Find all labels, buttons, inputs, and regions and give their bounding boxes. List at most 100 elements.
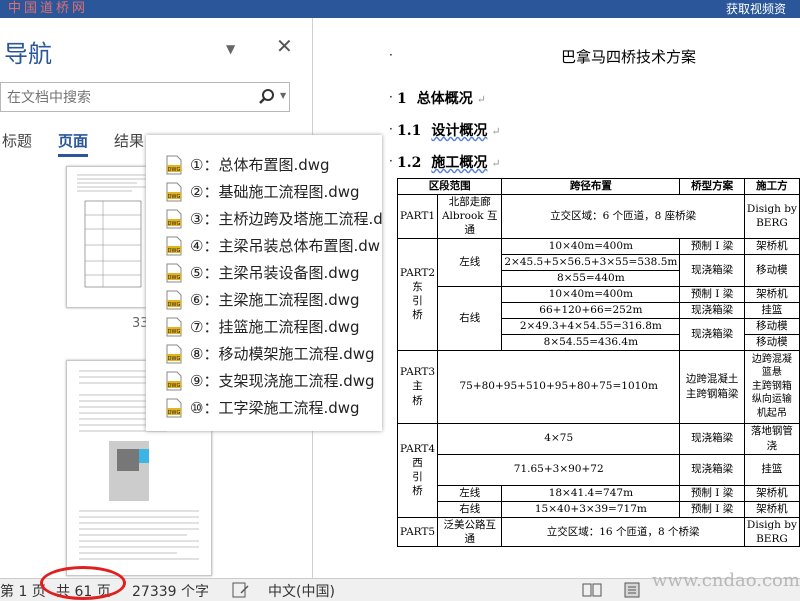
heading-1-1: 1.1 设计概况 ↵: [397, 123, 501, 139]
heading-1-2: 1.2 施工概况 ↵: [397, 155, 501, 171]
table-row: 右线 15×40+3×39=717m 预制 I 梁 架桥机: [398, 500, 800, 518]
read-mode-icon[interactable]: [582, 582, 602, 598]
method-cell: 挂篮: [743, 301, 800, 319]
nav-options-dropdown-icon[interactable]: ▼: [226, 42, 235, 56]
span-cell: 4×75: [437, 422, 681, 455]
method-cell: Disigh by BERG: [743, 194, 800, 239]
table-row: 左线 18×41.4=747m 预制 I 梁 架桥机: [398, 484, 800, 502]
ribbon-strip: 中国道桥网 获取视频资: [0, 0, 800, 18]
attachment-label: ⑥：主梁施工流程图.dwg: [190, 291, 360, 309]
site-watermark: 中国道桥网: [8, 1, 89, 16]
page-thumbnail-33[interactable]: [66, 166, 158, 308]
type-cell: 预制 I 梁: [679, 285, 745, 303]
attachment-label: ④：主梁吊装总体布置图.dw: [190, 237, 381, 255]
method-cell: 落地钢管 浇: [743, 422, 800, 455]
part-label: PART1: [396, 194, 439, 239]
nav-search-box[interactable]: ▼: [0, 82, 290, 112]
line-label: 左线: [437, 484, 503, 502]
heading-1: 1 总体概况 ↵: [397, 91, 486, 107]
table-row: PART4 西 引 桥 4×75 现浇箱梁 落地钢管 浇: [396, 422, 800, 518]
dwg-file-icon: DWG: [166, 236, 182, 256]
svg-text:DWG: DWG: [168, 194, 181, 200]
status-word-count[interactable]: 27339 个字: [132, 581, 209, 601]
type-cell: 现浇箱梁: [679, 253, 745, 287]
method-cell: 移动模: [743, 253, 800, 287]
tab-headings[interactable]: 标题: [2, 130, 32, 151]
table-row: PART2 东 引 桥 左线 10×40m=400m 预制 I 梁 架桥机: [396, 237, 800, 351]
span-cell: 10×40m=400m: [501, 285, 681, 303]
method-cell: 移动模: [743, 317, 800, 335]
type-cell: 预制 I 梁: [679, 237, 745, 255]
line-label: 右线: [437, 500, 503, 518]
table-row: PART1 北部走廊 Albrook 互通 立交区域：6 个匝道，8 座桥梁 D…: [396, 194, 800, 239]
type-cell: 现浇箱梁: [679, 317, 745, 351]
type-cell: 预制 I 梁: [679, 484, 745, 502]
table-row: 右线 10×40m=400m 预制 I 梁 架桥机: [398, 285, 800, 351]
dwg-file-icon: DWG: [166, 155, 182, 175]
table-row: PART5 泛美公路互 通 立交区域：16 个匝道，8 个桥梁 Disigh b…: [396, 516, 800, 547]
status-page[interactable]: 第 1 页: [0, 581, 46, 601]
status-language[interactable]: 中文(中国): [268, 581, 335, 601]
construction-table: 区段范围 跨径布置 桥型方案 施工方 PART1 北部走廊 Albrook 互通…: [396, 178, 800, 547]
nav-close-icon[interactable]: ✕: [276, 34, 293, 58]
header-scope: 区段范围: [396, 178, 503, 195]
span-cell: 立交区域：6 个匝道，8 座桥梁: [501, 194, 745, 239]
thumbnail-content: [77, 174, 147, 288]
span-cell: 2×45.5+5×56.5+3×55=538.5m: [501, 253, 681, 271]
search-icon[interactable]: [257, 87, 277, 107]
attachment-label: ②：基础施工流程图.dwg: [190, 183, 360, 201]
svg-text:DWG: DWG: [168, 221, 181, 227]
span-cell: 2×49.3+4×54.55=316.8m: [501, 317, 681, 335]
dwg-file-icon: DWG: [166, 263, 182, 283]
header-method: 施工方: [743, 178, 800, 195]
svg-text:DWG: DWG: [168, 383, 181, 389]
span-cell: 71.65+3×90+72: [437, 453, 681, 486]
attachment-label: ③：主桥边跨及塔施工流程.d: [190, 210, 383, 228]
dwg-file-icon: DWG: [166, 398, 182, 418]
line-label: 左线: [437, 237, 503, 287]
span-cell: 8×55=440m: [501, 269, 681, 287]
svg-text:DWG: DWG: [168, 167, 181, 173]
method-cell: 边跨混凝 篮悬 主跨钢箱 纵向运输 机起吊: [743, 349, 800, 424]
search-options-caret-icon[interactable]: ▼: [280, 91, 286, 100]
method-cell: 挂篮: [743, 453, 800, 486]
highlight-circle: [40, 566, 126, 600]
tab-results[interactable]: 结果: [114, 130, 144, 151]
ribbon-right-text[interactable]: 获取视频资: [726, 0, 786, 18]
header-span: 跨径布置: [501, 178, 681, 195]
paragraph-mark: ·: [389, 48, 393, 62]
span-cell: 75+80+95+510+95+80+75=1010m: [437, 349, 681, 424]
svg-text:DWG: DWG: [168, 248, 181, 254]
dwg-file-icon: DWG: [166, 344, 182, 364]
nav-search-input[interactable]: [5, 87, 249, 109]
type-cell: 预制 I 梁: [679, 500, 745, 518]
part-label: PART4 西 引 桥: [396, 422, 439, 518]
scope-cell: 泛美公路互 通: [437, 516, 503, 547]
svg-text:DWG: DWG: [168, 302, 181, 308]
tab-pages[interactable]: 页面: [58, 130, 89, 157]
document-title: 巴拿马四桥技术方案: [561, 48, 697, 66]
table-header-row: 区段范围 跨径布置 桥型方案 施工方: [396, 178, 800, 195]
attachment-label: ⑦：挂篮施工流程图.dwg: [190, 318, 360, 336]
print-layout-icon[interactable]: [622, 582, 642, 598]
method-cell: Disigh by BERG: [743, 516, 800, 547]
type-cell: 现浇箱梁: [679, 301, 745, 319]
svg-text:DWG: DWG: [168, 329, 181, 335]
line-label: 右线: [437, 285, 503, 351]
scope-cell: 北部走廊 Albrook 互通: [437, 194, 503, 239]
span-cell: 18×41.4=747m: [501, 484, 681, 502]
document-page[interactable]: · 巴拿马四桥技术方案 · 1 总体概况 ↵ · 1.1 设计概况 ↵ · 1.2 施工概…: [313, 18, 800, 578]
part-label: PART2 东 引 桥: [396, 237, 439, 351]
span-cell: 15×40+3×39=717m: [501, 500, 681, 518]
header-type: 桥型方案: [679, 178, 745, 195]
attachment-label: ⑤：主梁吊装设备图.dwg: [190, 264, 360, 282]
svg-text:DWG: DWG: [168, 410, 181, 416]
attachment-label: ⑩：工字梁施工流程.dwg: [190, 399, 360, 417]
dwg-file-icon: DWG: [166, 182, 182, 202]
proofing-icon[interactable]: [232, 582, 250, 598]
paragraph-mark: ·: [389, 154, 393, 168]
paragraph-mark: ·: [389, 90, 393, 104]
nav-title: 导航: [4, 40, 52, 68]
dwg-file-icon: DWG: [166, 371, 182, 391]
type-cell: 边跨混凝土 主跨钢箱梁: [679, 349, 745, 424]
